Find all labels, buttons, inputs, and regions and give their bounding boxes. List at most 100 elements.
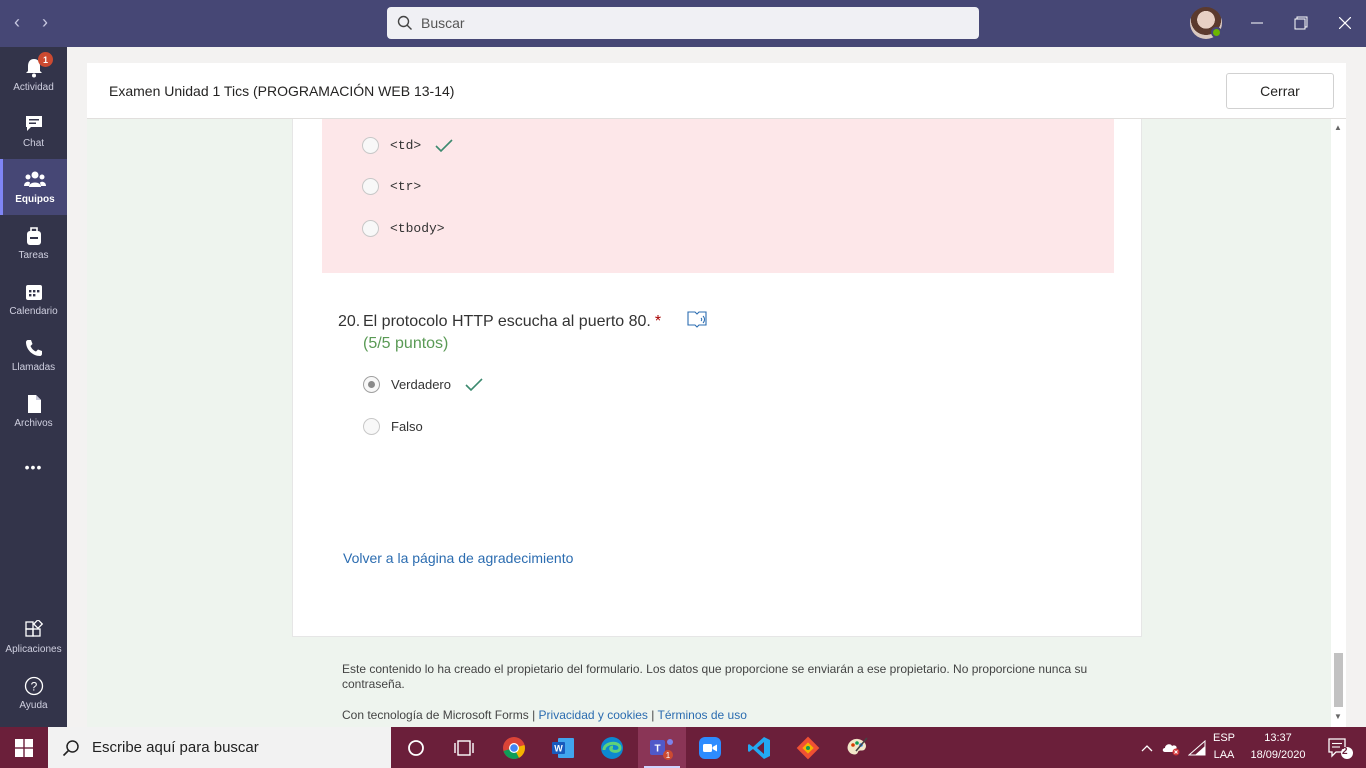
- dialog-title: Examen Unidad 1 Tics (PROGRAMACIÓN WEB 1…: [109, 83, 455, 99]
- option-td[interactable]: <td>: [362, 137, 453, 154]
- svg-text:W: W: [554, 743, 563, 753]
- file-icon: [23, 393, 45, 415]
- checkmark-icon: [435, 138, 453, 153]
- incorrect-question-block: <td> <tr> <tbody>: [322, 119, 1114, 273]
- option-label: Verdadero: [391, 377, 451, 392]
- wifi-icon[interactable]: [1185, 727, 1209, 768]
- notification-count: 2: [1342, 746, 1348, 757]
- rail-label: Actividad: [13, 82, 54, 93]
- immersive-reader-icon[interactable]: [687, 310, 709, 333]
- clock-date: 18/09/2020: [1250, 749, 1306, 761]
- chat-icon: [23, 113, 45, 135]
- restore-icon[interactable]: [1287, 10, 1315, 36]
- rail-item-chat[interactable]: Chat: [0, 103, 67, 159]
- question-number: 20.: [338, 313, 361, 330]
- radio-button[interactable]: [362, 178, 379, 195]
- powered-by-text: Con tecnología de Microsoft Forms |: [342, 708, 539, 722]
- option-tbody[interactable]: <tbody>: [362, 220, 445, 237]
- word-icon[interactable]: W: [539, 727, 587, 768]
- search-input[interactable]: [421, 15, 941, 31]
- question-points: (5/5 puntos): [363, 335, 449, 352]
- clock[interactable]: 13:37 18/09/2020: [1243, 730, 1313, 764]
- search-icon: [397, 15, 412, 30]
- dialog-header: Examen Unidad 1 Tics (PROGRAMACIÓN WEB 1…: [87, 63, 1346, 119]
- teams-taskbar-icon[interactable]: T1: [638, 727, 686, 768]
- radio-button[interactable]: [362, 137, 379, 154]
- scrollbar[interactable]: [1331, 119, 1346, 727]
- windows-start-icon[interactable]: [0, 727, 48, 768]
- chrome-icon[interactable]: [490, 727, 538, 768]
- option-verdadero[interactable]: Verdadero: [363, 376, 483, 393]
- footer-notice: Este contenido lo ha creado el propietar…: [342, 662, 1088, 691]
- scroll-up-icon[interactable]: ▲: [1332, 123, 1344, 135]
- calendar-icon: [23, 281, 45, 303]
- svg-text:?: ?: [30, 680, 37, 694]
- zoom-icon[interactable]: [686, 727, 734, 768]
- back-arrow-icon[interactable]: ‹: [14, 12, 20, 32]
- option-label: <td>: [390, 138, 422, 153]
- rail-item-actividad[interactable]: Actividad 1: [0, 47, 67, 103]
- option-falso[interactable]: Falso: [363, 418, 423, 435]
- close-button[interactable]: Cerrar: [1226, 73, 1334, 109]
- minimize-icon[interactable]: [1243, 10, 1271, 36]
- phone-icon: [23, 337, 45, 359]
- clock-time: 13:37: [1264, 732, 1292, 744]
- forms-scroll-area[interactable]: <td> <tr> <tbody> 20. El protocolo HTTP …: [87, 119, 1331, 727]
- vscode-icon[interactable]: [735, 727, 783, 768]
- language-code: ESP: [1212, 732, 1235, 744]
- privacy-link[interactable]: Privacidad y cookies: [539, 708, 648, 722]
- cortana-icon[interactable]: [392, 727, 440, 768]
- scroll-down-icon[interactable]: ▼: [1332, 712, 1344, 724]
- search-bar[interactable]: [387, 7, 979, 39]
- rail-item-archivos[interactable]: Archivos: [0, 383, 67, 439]
- rail-item-ayuda[interactable]: ? Ayuda: [0, 665, 67, 721]
- keyboard-layout: LAA: [1213, 749, 1235, 761]
- scrollbar-thumb[interactable]: [1334, 653, 1343, 707]
- task-view-icon[interactable]: [440, 727, 488, 768]
- option-label: Falso: [391, 419, 423, 434]
- windows-taskbar: Escribe aquí para buscar W T1 ESP LAA 13:…: [0, 727, 1366, 768]
- more-icon: •••: [24, 459, 43, 475]
- rail-item-calendario[interactable]: Calendario: [0, 271, 67, 327]
- radio-button-selected[interactable]: [363, 376, 380, 393]
- notification-badge: 1: [38, 52, 53, 67]
- more-apps-button[interactable]: •••: [0, 439, 67, 495]
- radio-button[interactable]: [363, 418, 380, 435]
- back-to-thanks-link[interactable]: Volver a la página de agradecimiento: [343, 550, 573, 566]
- required-mark: *: [654, 313, 662, 330]
- close-window-icon[interactable]: [1331, 10, 1359, 36]
- language-indicator[interactable]: ESP LAA: [1210, 730, 1238, 764]
- question-text: El protocolo HTTP escucha al puerto 80.: [363, 313, 651, 330]
- edge-icon[interactable]: [588, 727, 636, 768]
- title-bar: ‹ ›: [0, 0, 1366, 47]
- taskbar-search-placeholder: Escribe aquí para buscar: [92, 739, 259, 756]
- teams-icon: [24, 169, 46, 191]
- svg-text:1: 1: [666, 751, 671, 760]
- apps-icon: [23, 619, 45, 641]
- rail-item-tareas[interactable]: Tareas: [0, 215, 67, 271]
- git-icon[interactable]: [784, 727, 832, 768]
- footer-separator: |: [647, 708, 658, 722]
- rail-label: Llamadas: [11, 362, 56, 373]
- taskbar-search-box[interactable]: Escribe aquí para buscar: [48, 727, 391, 768]
- action-center-icon[interactable]: 2: [1318, 727, 1362, 768]
- rail-item-llamadas[interactable]: Llamadas: [0, 327, 67, 383]
- rail-label: Tareas: [18, 250, 49, 261]
- question-title: El protocolo HTTP escucha al puerto 80. *: [363, 313, 661, 331]
- onedrive-error-icon[interactable]: [1159, 727, 1183, 768]
- paint-icon[interactable]: [833, 727, 881, 768]
- form-card: <td> <tr> <tbody> 20. El protocolo HTTP …: [292, 119, 1142, 637]
- forward-arrow-icon[interactable]: ›: [42, 12, 48, 32]
- show-hidden-icons-icon[interactable]: [1136, 727, 1158, 768]
- rail-item-equipos[interactable]: Equipos: [0, 159, 67, 215]
- radio-button[interactable]: [362, 220, 379, 237]
- footer-links: Con tecnología de Microsoft Forms | Priv…: [342, 708, 747, 722]
- rail-label: Chat: [22, 138, 45, 149]
- terms-link[interactable]: Términos de uso: [658, 708, 747, 722]
- option-tr[interactable]: <tr>: [362, 178, 421, 195]
- rail-item-aplicaciones[interactable]: Aplicaciones: [0, 609, 67, 665]
- rail-label: Ayuda: [19, 700, 48, 711]
- checkmark-icon: [465, 377, 483, 392]
- svg-text:T: T: [654, 743, 660, 754]
- app-rail: Actividad 1 Chat Equipos Tareas Calendar…: [0, 47, 67, 727]
